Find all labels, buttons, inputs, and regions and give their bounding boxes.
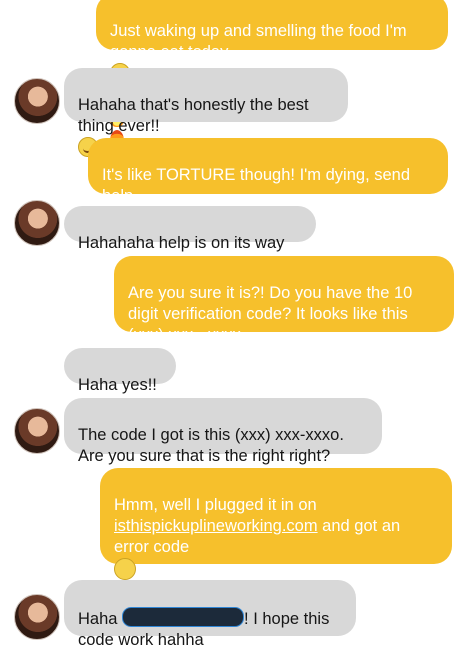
message-text: Hahaha that's honestly the best thing ev…	[78, 96, 309, 135]
message-bubble-incoming: Hahaha that's honestly the best thing ev…	[64, 68, 348, 157]
message-text: Haha	[78, 610, 123, 628]
message-bubble-outgoing: Just waking up and smelling the food I'm…	[96, 0, 448, 169]
message-text: Are you sure it is?! Do you have the 10 …	[128, 284, 413, 344]
message-bubble-incoming: Haha yes!!	[64, 348, 176, 394]
message-bubble-incoming: The code I got is this (xxx) xxx-xxxo. A…	[64, 398, 382, 465]
message-text: Hahahaha help is on its way	[78, 234, 285, 252]
redacted-phone-number[interactable]	[122, 607, 245, 627]
message-bubble-incoming: Hahahaha help is on its way	[64, 206, 316, 252]
contact-avatar[interactable]	[14, 594, 60, 640]
contact-avatar[interactable]	[14, 408, 60, 454]
message-text: Just waking up and smelling the food I'm…	[110, 22, 407, 61]
message-text: Haha yes!!	[78, 376, 157, 394]
message-bubble-outgoing: Are you sure it is?! Do you have the 10 …	[114, 256, 454, 344]
contact-avatar[interactable]	[14, 78, 60, 124]
message-text: maybe try it with numbers this time?	[136, 563, 404, 581]
website-link[interactable]: isthispickuplineworking.com	[114, 517, 318, 535]
thinking-face-icon	[114, 558, 136, 580]
message-bubble-outgoing: It's like TORTURE though! I'm dying, sen…	[88, 138, 448, 232]
message-text: The code I got is this (xxx) xxx-xxxo. A…	[78, 426, 344, 465]
message-text: It's like TORTURE though! I'm dying, sen…	[102, 166, 411, 205]
message-bubble-incoming: Haha ! I hope this code work hahha	[64, 580, 356, 649]
message-bubble-outgoing: Hmm, well I plugged it in on isthispicku…	[100, 468, 452, 581]
contact-avatar[interactable]	[14, 200, 60, 246]
message-text: Hmm, well I plugged it in on	[114, 496, 317, 514]
